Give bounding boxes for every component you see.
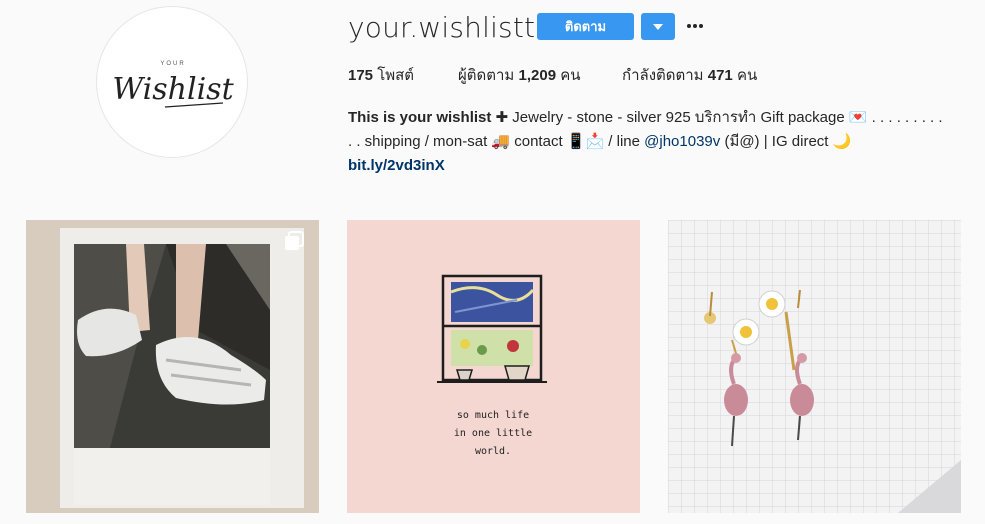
ellipsis-icon <box>687 23 691 28</box>
following-label: กำลังติดตาม <box>622 67 704 84</box>
post-thumbnail-2[interactable]: so much life in one little world. <box>347 220 640 513</box>
bio-line-2-end: (มี@) | IG direct 🌙 <box>720 133 852 150</box>
followers-count: 1,209 <box>518 67 557 84</box>
carousel-icon <box>285 231 304 250</box>
bio-mention-link[interactable]: @jho1039v <box>644 133 720 150</box>
followers-label: ผู้ติดตาม <box>458 67 515 84</box>
avatar-text-large: Wishlist <box>112 72 234 107</box>
post-2-caption-line-2: in one little <box>454 428 532 439</box>
profile-avatar[interactable]: YOUR Wishlist <box>96 6 248 158</box>
bio-line-1: This is your wishlist ✚ Jewelry - stone … <box>348 106 963 130</box>
post-2-caption-line-3: world. <box>475 446 511 457</box>
following-unit: คน <box>736 67 758 84</box>
profile-full-name: This is your wishlist <box>348 109 492 126</box>
following-stat[interactable]: กำลังติดตาม 471 คน <box>622 67 757 85</box>
followers-unit: คน <box>560 67 581 84</box>
profile-username: your.wishlistt <box>348 11 536 44</box>
post-2-caption-line-1: so much life <box>457 410 529 421</box>
bio-line-2: . . shipping / mon-sat 🚚 contact 📱📩 / li… <box>348 130 963 154</box>
profile-bio: This is your wishlist ✚ Jewelry - stone … <box>348 106 963 178</box>
more-options-button[interactable] <box>686 12 704 39</box>
bio-line-2-text: . . shipping / mon-sat 🚚 contact 📱📩 / li… <box>348 133 645 150</box>
bio-line-1-text: ✚ Jewelry - stone - silver 925 บริการทำ … <box>491 109 943 126</box>
post-thumbnail-3[interactable] <box>668 220 961 513</box>
bio-external-link[interactable]: bit.ly/2vd3inX <box>348 154 963 178</box>
post-thumbnail-1[interactable] <box>26 220 319 513</box>
caret-down-icon <box>653 23 663 30</box>
follow-button[interactable]: ติดตาม <box>537 13 634 40</box>
following-count: 471 <box>707 67 733 84</box>
follow-dropdown-button[interactable] <box>641 13 675 40</box>
posts-stat[interactable]: 175 โพสต์ <box>348 67 414 85</box>
avatar-text-small: YOUR <box>160 61 185 67</box>
posts-label: โพสต์ <box>377 67 415 84</box>
followers-stat[interactable]: ผู้ติดตาม 1,209 คน <box>458 67 581 85</box>
posts-count: 175 <box>348 67 374 84</box>
